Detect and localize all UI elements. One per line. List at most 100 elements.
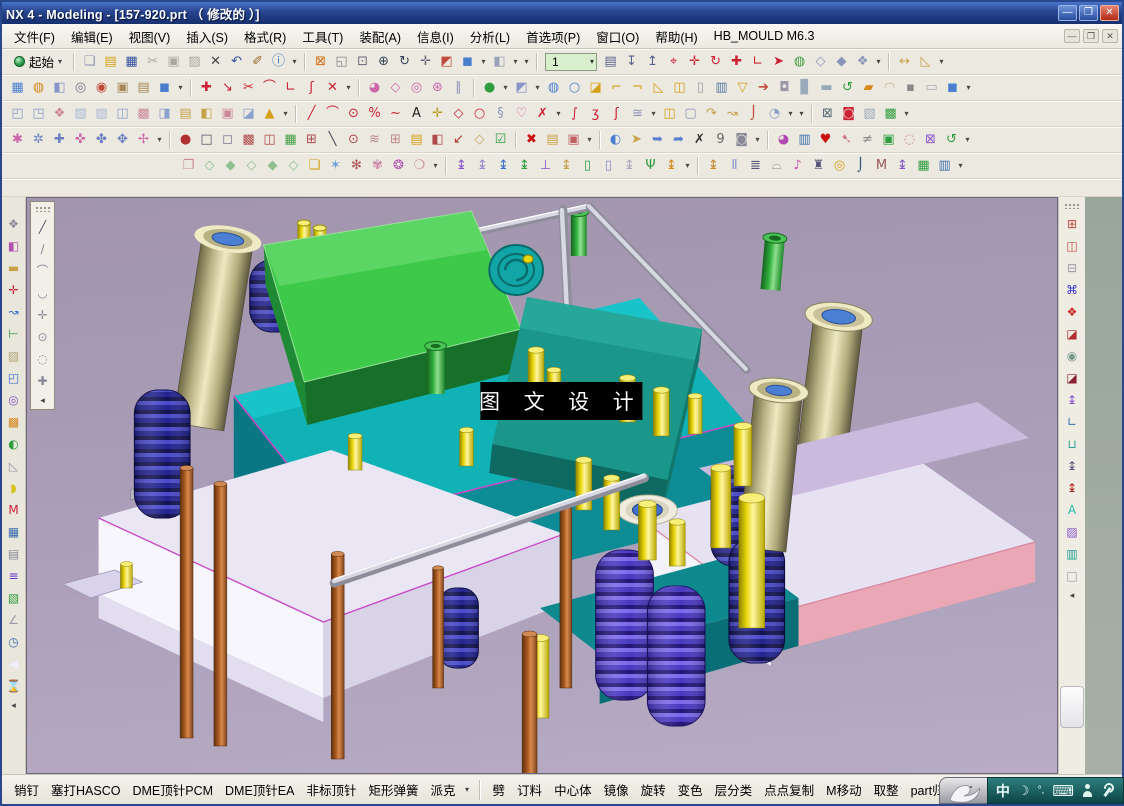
- zoom-in-out-icon[interactable]: ⊕: [373, 51, 394, 72]
- keyboard-icon[interactable]: ⌨: [1052, 782, 1074, 800]
- drafting-tool-icon[interactable]: ◧: [4, 236, 24, 256]
- wrap-curve-icon[interactable]: ʃ: [606, 103, 627, 124]
- check-mate-icon[interactable]: ✗: [689, 129, 710, 150]
- ruler-icon[interactable]: ▬: [4, 258, 24, 278]
- bounding-box-icon[interactable]: ▣: [563, 129, 584, 150]
- subtract-icon[interactable]: ○: [564, 77, 585, 98]
- wcs-orient-icon[interactable]: ✛: [684, 51, 705, 72]
- polygon-icon[interactable]: ◇: [448, 103, 469, 124]
- yellow-pac-icon[interactable]: ◗: [4, 478, 24, 498]
- delete-icon[interactable]: ✕: [205, 51, 226, 72]
- ellipse-icon[interactable]: ○: [469, 103, 490, 124]
- preferences-menu-button[interactable]: 首选项(P): [518, 24, 588, 49]
- no-selection-filter-icon[interactable]: ⊠: [817, 103, 838, 124]
- face-blend-3-icon[interactable]: ◇: [241, 155, 262, 176]
- line-icon[interactable]: ╱: [301, 103, 322, 124]
- split-button[interactable]: 劈: [487, 776, 512, 803]
- view-orientation-icon[interactable]: ◍: [789, 51, 810, 72]
- simplify-curve-icon[interactable]: ↝: [722, 103, 743, 124]
- simple-hole-icon[interactable]: ▪: [900, 77, 921, 98]
- layout-icon[interactable]: ◧: [489, 51, 510, 72]
- box-open-icon[interactable]: ◫: [669, 77, 690, 98]
- angled-ruler-icon[interactable]: ▨: [4, 346, 24, 366]
- pink-arrow-icon[interactable]: ➷: [836, 129, 857, 150]
- viewport-3d[interactable]: 图 文 设 计 ╱∕⌒◡✛⊙◌✚◂: [26, 197, 1058, 774]
- open-table-icon[interactable]: ▤: [542, 129, 563, 150]
- empty-slot-icon[interactable]: □: [1062, 566, 1082, 586]
- grid-display-icon[interactable]: ⊞: [385, 129, 406, 150]
- paste-icon[interactable]: ▨: [184, 51, 205, 72]
- wcs-rotate-icon[interactable]: ↻: [705, 51, 726, 72]
- clover-red-icon[interactable]: ❖: [1062, 302, 1082, 322]
- rectangular-pad-icon[interactable]: ▭: [921, 77, 942, 98]
- assembly-overflow-dropdown[interactable]: ▾: [873, 57, 884, 66]
- point-constructor-icon[interactable]: ✛: [4, 280, 24, 300]
- project-icon[interactable]: ✲: [28, 129, 49, 150]
- z-filter-icon[interactable]: ≠: [857, 129, 878, 150]
- circle-icon[interactable]: ⊙: [343, 103, 364, 124]
- view-overflow-dropdown[interactable]: ▾: [521, 57, 532, 66]
- parker-button[interactable]: 派克: [425, 776, 462, 803]
- swirl-pink-icon[interactable]: ✾: [367, 155, 388, 176]
- mould-pins-more-dropdown[interactable]: ▾: [682, 161, 693, 170]
- dome-icon[interactable]: ◠: [879, 77, 900, 98]
- delete-face-icon[interactable]: ↺: [837, 77, 858, 98]
- utility-more-dropdown[interactable]: ▾: [584, 135, 595, 144]
- law-curve-icon[interactable]: ♡: [511, 103, 532, 124]
- information-icon[interactable]: ⓘ: [268, 51, 289, 72]
- m-tool-icon[interactable]: M: [4, 500, 24, 520]
- sheet-display-icon[interactable]: ◇: [469, 129, 490, 150]
- ruled-surface-icon[interactable]: ◰: [7, 103, 28, 124]
- pin-button[interactable]: 销钉: [8, 776, 45, 803]
- pocket-icon[interactable]: ▣: [112, 77, 133, 98]
- command-finder-icon[interactable]: ✐: [247, 51, 268, 72]
- save-wcs-icon[interactable]: ➤: [768, 51, 789, 72]
- user-defined-feature-icon[interactable]: ◼: [942, 77, 963, 98]
- face-blend-2-icon[interactable]: ◆: [220, 155, 241, 176]
- freeform-more-dropdown[interactable]: ▾: [430, 161, 441, 170]
- face-blend-4-icon[interactable]: ◆: [262, 155, 283, 176]
- right-collapse-dropdown[interactable]: ◂: [1067, 590, 1078, 601]
- offset-face-icon[interactable]: ◘: [774, 77, 795, 98]
- ime-punctuation-icon[interactable]: °,: [1038, 785, 1045, 796]
- instance-icon[interactable]: ●: [479, 77, 500, 98]
- hb-mould-menu-button[interactable]: HB_MOULD M6.3: [706, 26, 823, 46]
- join-curve-icon[interactable]: ⌡: [743, 103, 764, 124]
- deviation-gauge-icon[interactable]: ➦: [668, 129, 689, 150]
- orange-checker-icon[interactable]: ▩: [4, 412, 24, 432]
- basket-blue-icon[interactable]: ▥: [934, 155, 955, 176]
- zoom-window-icon[interactable]: ⊡: [352, 51, 373, 72]
- selection-more-dropdown[interactable]: ▾: [901, 109, 912, 118]
- l-corner-icon[interactable]: ∟: [1062, 412, 1082, 432]
- zoom-box-icon[interactable]: ◱: [331, 51, 352, 72]
- torus-icon[interactable]: ◎: [406, 77, 427, 98]
- ejector-pin-purple-icon[interactable]: ↨: [451, 155, 472, 176]
- change-color-button[interactable]: 变色: [672, 776, 709, 803]
- offset-3d-curve-icon[interactable]: ✥: [112, 129, 133, 150]
- sphere-icon[interactable]: ◕: [364, 77, 385, 98]
- command-key-icon[interactable]: ⌘: [1062, 280, 1082, 300]
- start-button[interactable]: 起始▾: [7, 49, 69, 74]
- wcs-dynamics-icon[interactable]: ⌖: [663, 51, 684, 72]
- restore-button[interactable]: ❐: [1079, 5, 1098, 21]
- pin-orange-icon[interactable]: ↨: [661, 155, 682, 176]
- help-menu-button[interactable]: 帮助(H): [647, 24, 705, 49]
- move-to-layer-icon[interactable]: ↧: [621, 51, 642, 72]
- assembly-constraints-icon[interactable]: ◆: [831, 51, 852, 72]
- gift-box-icon[interactable]: ▦: [913, 155, 934, 176]
- pan-view-icon[interactable]: ✛: [415, 51, 436, 72]
- axis-cross-icon[interactable]: ✛: [33, 305, 53, 325]
- work-layer-dropdown[interactable]: ▾: [590, 57, 594, 66]
- display-more-dropdown[interactable]: ▾: [962, 135, 973, 144]
- operation-more-dropdown[interactable]: ▾: [343, 83, 354, 92]
- sketch-more-dropdown[interactable]: ▾: [532, 83, 543, 92]
- minimize-button[interactable]: —: [1058, 5, 1077, 21]
- curve-mesh-icon[interactable]: ❖: [49, 103, 70, 124]
- hourglass-icon[interactable]: ⌛: [4, 676, 24, 696]
- enlarge-icon[interactable]: ◧: [196, 103, 217, 124]
- color-wheel-icon[interactable]: ◐: [4, 434, 24, 454]
- m-move-button[interactable]: M移动: [820, 776, 867, 803]
- mould-tools-more-dropdown[interactable]: ▾: [955, 161, 966, 170]
- pin-red-icon[interactable]: ↨: [1062, 478, 1082, 498]
- ejector-pin-green-icon[interactable]: ↨: [514, 155, 535, 176]
